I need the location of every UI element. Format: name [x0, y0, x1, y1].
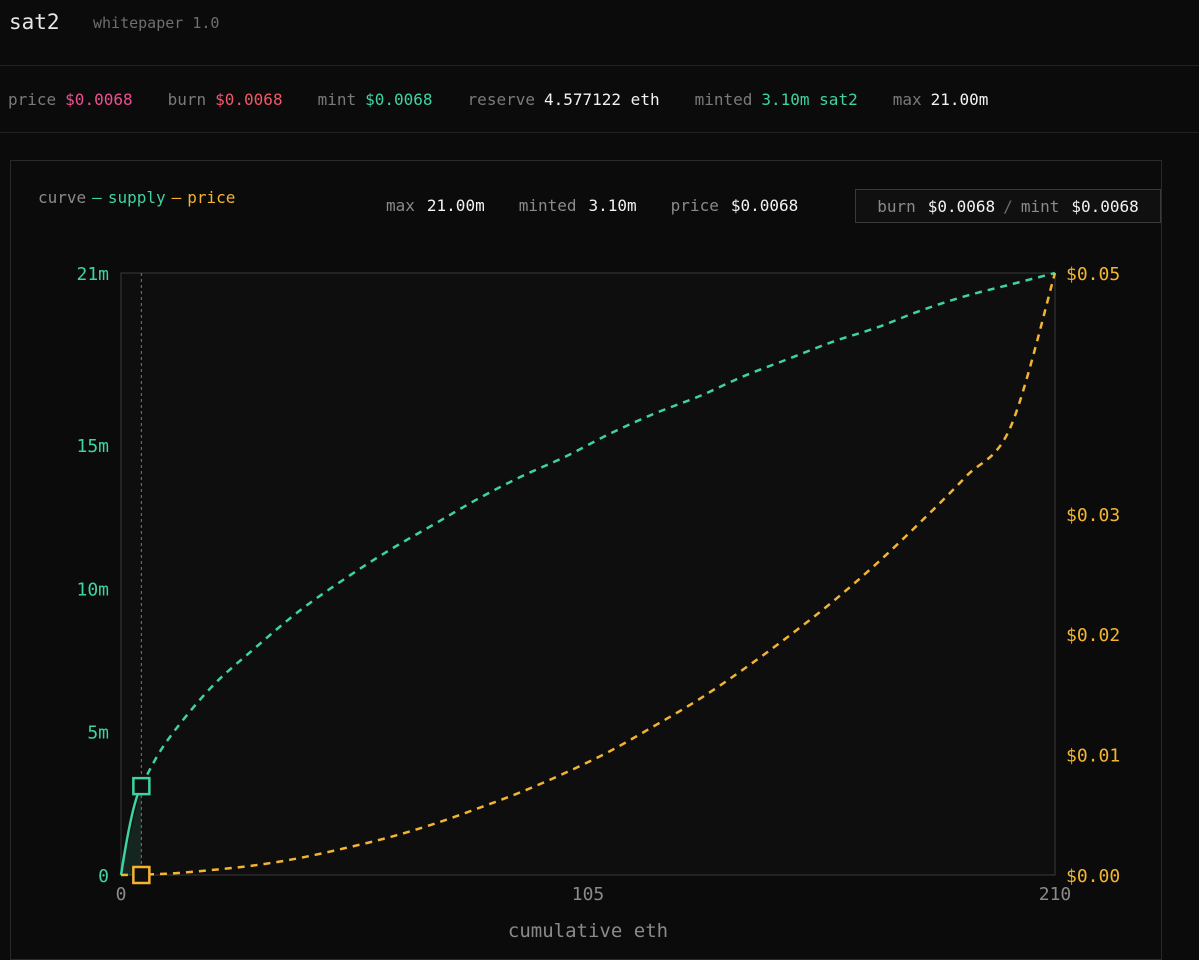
- y-right-tick-label: $0.03: [1066, 505, 1120, 526]
- x-axis-label: cumulative eth: [508, 920, 668, 942]
- y-left-tick-label: 10m: [76, 579, 109, 600]
- y-left-tick-label: 21m: [76, 264, 109, 285]
- y-right-tick-label: $0.05: [1066, 264, 1120, 285]
- bonding-curve-chart: cumulative eth 0 5m 10m 15m 21m $0.00 $0.01 $0.…: [76, 264, 1120, 942]
- y-right-tick-label: $0.00: [1066, 866, 1120, 887]
- y-left-tick-label: 0: [98, 866, 109, 887]
- price-current-marker: [132, 865, 151, 885]
- y-right-tick-label: $0.01: [1066, 746, 1120, 767]
- x-tick-label: 0: [116, 884, 127, 905]
- y-left-tick-label: 15m: [76, 436, 109, 457]
- x-tick-label: 105: [572, 884, 605, 905]
- x-tick-label: 210: [1039, 884, 1072, 905]
- supply-current-marker: [132, 776, 151, 796]
- y-left-tick-label: 5m: [87, 723, 109, 744]
- y-right-tick-label: $0.02: [1066, 625, 1120, 646]
- plot-area: [120, 272, 1056, 876]
